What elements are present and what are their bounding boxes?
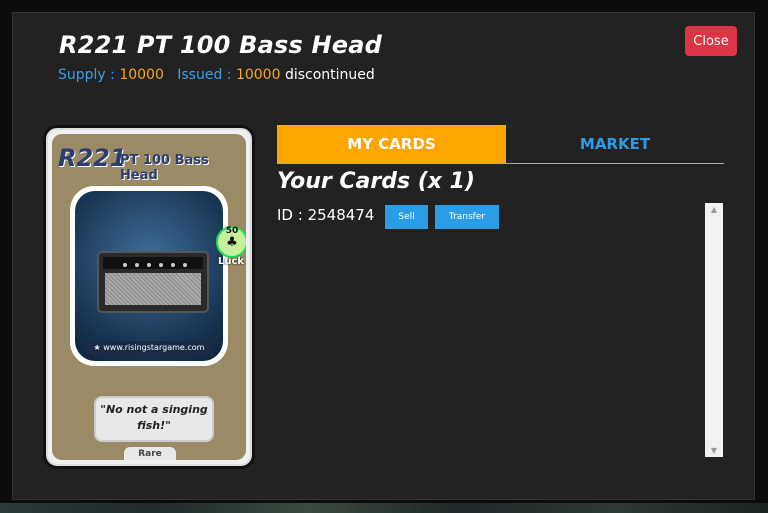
card-face: R221 PT 100 Bass Head ★ www.risingstarga…: [52, 134, 246, 460]
amplifier-image: [97, 251, 209, 313]
sell-button[interactable]: Sell: [385, 205, 428, 229]
transfer-button[interactable]: Transfer: [435, 205, 499, 229]
card-id-text: ID : 2548474: [277, 206, 375, 224]
website-text: www.risingstargame.com: [103, 343, 205, 352]
star-icon: ★: [93, 343, 101, 352]
amp-grill: [105, 273, 201, 305]
card-title: R221 PT 100 Bass Head: [59, 31, 383, 59]
rarity-label: Rare: [124, 447, 176, 460]
tab-market[interactable]: MARKET: [506, 125, 724, 163]
issued-value: 10000: [235, 67, 281, 83]
card-quote: "No not a singing fish!": [100, 403, 208, 432]
luck-label: Luck: [217, 256, 245, 267]
amp-knob: [171, 263, 175, 267]
tab-divider: [277, 163, 724, 164]
amp-knob: [147, 263, 151, 267]
amp-control-panel: [103, 257, 203, 269]
card-code: R221: [58, 144, 127, 172]
card-name: PT 100 Bass Head: [120, 153, 209, 183]
clover-icon: ♣: [226, 235, 238, 250]
card-detail-modal: R221 PT 100 Bass Head Supply : 10000 Iss…: [12, 12, 755, 500]
website-banner: ★ www.risingstargame.com: [85, 341, 213, 355]
luck-badge: 50 ♣: [216, 226, 246, 258]
supply-label: Supply :: [58, 67, 120, 83]
amp-knob: [159, 263, 163, 267]
supply-line: Supply : 10000 Issued : 10000 discontinu…: [58, 67, 375, 83]
amp-knob: [123, 263, 127, 267]
issued-label: Issued :: [177, 67, 236, 83]
your-cards-heading: Your Cards (x 1): [277, 169, 475, 194]
card-name-banner: R221 PT 100 Bass Head: [52, 144, 246, 183]
card-photo-frame: ★ www.risingstargame.com: [70, 186, 228, 366]
close-button[interactable]: Close: [685, 26, 737, 56]
card-photo: ★ www.risingstargame.com: [75, 191, 223, 361]
card-image: R221 PT 100 Bass Head ★ www.risingstarga…: [43, 125, 255, 469]
supply-value: 10000: [119, 67, 164, 83]
amp-knob: [135, 263, 139, 267]
background-strip: [0, 503, 768, 513]
status-text: discontinued: [284, 67, 375, 83]
amp-knob: [183, 263, 187, 267]
quote-box: "No not a singing fish!": [94, 396, 214, 442]
tab-my-cards[interactable]: MY CARDS: [277, 125, 506, 163]
cards-list-scrollbar[interactable]: ▲ ▼: [705, 203, 723, 457]
chevron-down-icon[interactable]: ▼: [705, 446, 723, 455]
chevron-up-icon[interactable]: ▲: [705, 205, 723, 214]
